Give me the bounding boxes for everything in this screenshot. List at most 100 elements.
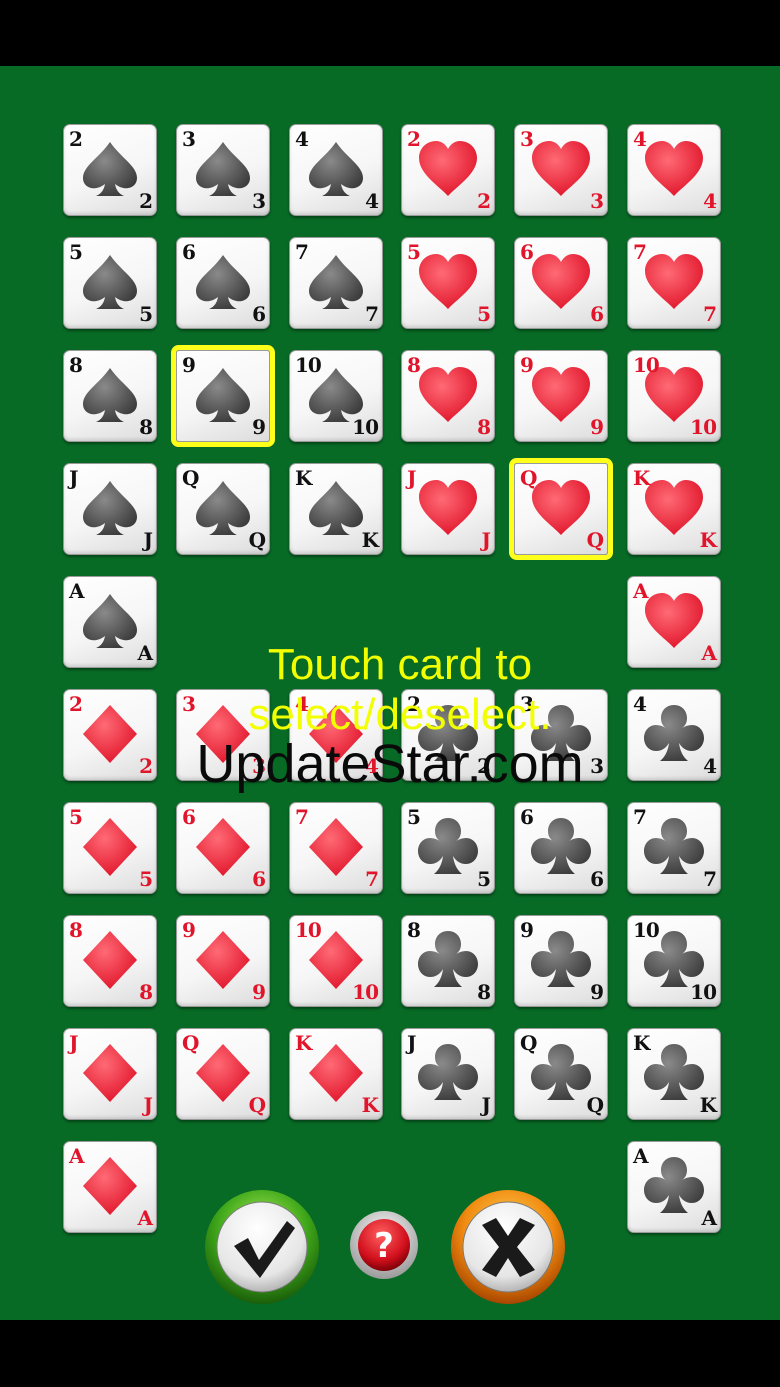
card-q-of-hearts[interactable]: QQ — [514, 463, 608, 555]
card-9-of-diamonds[interactable]: 99 — [176, 915, 270, 1007]
card-6-of-clubs[interactable]: 66 — [514, 802, 608, 894]
card-10-of-spades[interactable]: 10 10 — [289, 350, 383, 442]
card-6-of-spades[interactable]: 66 — [176, 237, 270, 329]
question-mark-icon: ? — [350, 1211, 418, 1279]
card-rank-bottom: J — [143, 528, 154, 552]
card-rank-bottom: 5 — [139, 867, 153, 891]
card-9-of-clubs[interactable]: 99 — [514, 915, 608, 1007]
card-4-of-clubs[interactable]: 44 — [627, 689, 721, 781]
card-rank-bottom: 10 — [690, 980, 717, 1004]
card-a-of-spades[interactable]: AA — [63, 576, 157, 668]
card-a-of-clubs[interactable]: AA — [627, 1141, 721, 1233]
card-3-of-hearts[interactable]: 33 — [514, 124, 608, 216]
card-5-of-diamonds[interactable]: 55 — [63, 802, 157, 894]
spade-icon — [303, 475, 369, 541]
card-j-of-spades[interactable]: JJ — [63, 463, 157, 555]
card-rank-bottom: 5 — [477, 302, 491, 326]
card-rank-top: 5 — [407, 805, 421, 829]
card-10-of-diamonds[interactable]: 10 10 — [289, 915, 383, 1007]
card-j-of-clubs[interactable]: JJ — [401, 1028, 495, 1120]
card-a-of-hearts[interactable]: AA — [627, 576, 721, 668]
card-k-of-diamonds[interactable]: KK — [289, 1028, 383, 1120]
card-rank-top: 9 — [520, 918, 534, 942]
card-rank-bottom: 6 — [590, 302, 604, 326]
card-5-of-clubs[interactable]: 55 — [401, 802, 495, 894]
card-10-of-hearts[interactable]: 10 10 — [627, 350, 721, 442]
card-k-of-spades[interactable]: KK — [289, 463, 383, 555]
card-rank-bottom: A — [701, 1206, 717, 1230]
card-8-of-hearts[interactable]: 88 — [401, 350, 495, 442]
help-button[interactable]: ? — [348, 1209, 420, 1281]
card-7-of-spades[interactable]: 77 — [289, 237, 383, 329]
card-8-of-spades[interactable]: 88 — [63, 350, 157, 442]
card-4-of-spades[interactable]: 44 — [289, 124, 383, 216]
card-q-of-diamonds[interactable]: QQ — [176, 1028, 270, 1120]
card-rank-bottom: 5 — [139, 302, 153, 326]
spade-icon — [190, 249, 256, 315]
card-3-of-spades[interactable]: 33 — [176, 124, 270, 216]
card-rank-top: 10 — [633, 353, 660, 377]
diamond-icon — [77, 927, 143, 993]
card-7-of-hearts[interactable]: 77 — [627, 237, 721, 329]
card-rank-bottom: J — [143, 1093, 154, 1117]
card-7-of-diamonds[interactable]: 77 — [289, 802, 383, 894]
heart-icon — [641, 475, 707, 541]
card-rank-bottom: 8 — [139, 980, 153, 1004]
x-icon — [451, 1190, 565, 1304]
card-rank-bottom: 3 — [252, 189, 266, 213]
diamond-icon — [190, 927, 256, 993]
card-2-of-hearts[interactable]: 22 — [401, 124, 495, 216]
card-rank-bottom: A — [701, 641, 717, 665]
card-a-of-diamonds[interactable]: AA — [63, 1141, 157, 1233]
card-k-of-clubs[interactable]: KK — [627, 1028, 721, 1120]
card-rank-top: 10 — [633, 918, 660, 942]
club-icon — [641, 1040, 707, 1106]
card-rank-bottom: 6 — [252, 867, 266, 891]
card-rank-bottom: 4 — [703, 754, 717, 778]
card-9-of-hearts[interactable]: 99 — [514, 350, 608, 442]
spade-icon — [77, 362, 143, 428]
card-8-of-clubs[interactable]: 88 — [401, 915, 495, 1007]
diamond-icon — [190, 814, 256, 880]
card-j-of-hearts[interactable]: JJ — [401, 463, 495, 555]
heart-icon — [415, 475, 481, 541]
heart-icon — [641, 136, 707, 202]
confirm-button[interactable] — [203, 1188, 321, 1306]
card-rank-top: 8 — [407, 918, 421, 942]
club-icon — [641, 1153, 707, 1219]
card-10-of-clubs[interactable]: 10 10 — [627, 915, 721, 1007]
card-6-of-diamonds[interactable]: 66 — [176, 802, 270, 894]
card-2-of-diamonds[interactable]: 22 — [63, 689, 157, 781]
card-5-of-spades[interactable]: 55 — [63, 237, 157, 329]
card-5-of-hearts[interactable]: 55 — [401, 237, 495, 329]
card-7-of-clubs[interactable]: 77 — [627, 802, 721, 894]
card-4-of-hearts[interactable]: 44 — [627, 124, 721, 216]
card-rank-top: Q — [520, 466, 537, 490]
spade-icon — [77, 475, 143, 541]
card-rank-bottom: Q — [586, 1093, 604, 1117]
cancel-button[interactable] — [449, 1188, 567, 1306]
card-j-of-diamonds[interactable]: JJ — [63, 1028, 157, 1120]
card-rank-bottom: 9 — [252, 415, 266, 439]
card-rank-top: A — [633, 1144, 649, 1168]
card-rank-top: 6 — [182, 805, 196, 829]
card-rank-bottom: 3 — [590, 754, 604, 778]
card-rank-top: J — [407, 1031, 417, 1055]
card-rank-bottom: 9 — [590, 415, 604, 439]
card-9-of-spades[interactable]: 99 — [176, 350, 270, 442]
card-rank-bottom: J — [481, 528, 492, 552]
club-icon — [528, 814, 594, 880]
card-k-of-hearts[interactable]: KK — [627, 463, 721, 555]
card-2-of-spades[interactable]: 22 — [63, 124, 157, 216]
card-rank-top: A — [633, 579, 649, 603]
card-8-of-diamonds[interactable]: 88 — [63, 915, 157, 1007]
card-6-of-hearts[interactable]: 66 — [514, 237, 608, 329]
card-rank-top: J — [69, 466, 79, 490]
spade-icon — [190, 362, 256, 428]
card-rank-bottom: Q — [586, 528, 604, 552]
card-q-of-spades[interactable]: QQ — [176, 463, 270, 555]
card-q-of-clubs[interactable]: QQ — [514, 1028, 608, 1120]
card-rank-bottom: 4 — [703, 189, 717, 213]
card-rank-top: K — [633, 1031, 650, 1055]
card-rank-top: 6 — [182, 240, 196, 264]
